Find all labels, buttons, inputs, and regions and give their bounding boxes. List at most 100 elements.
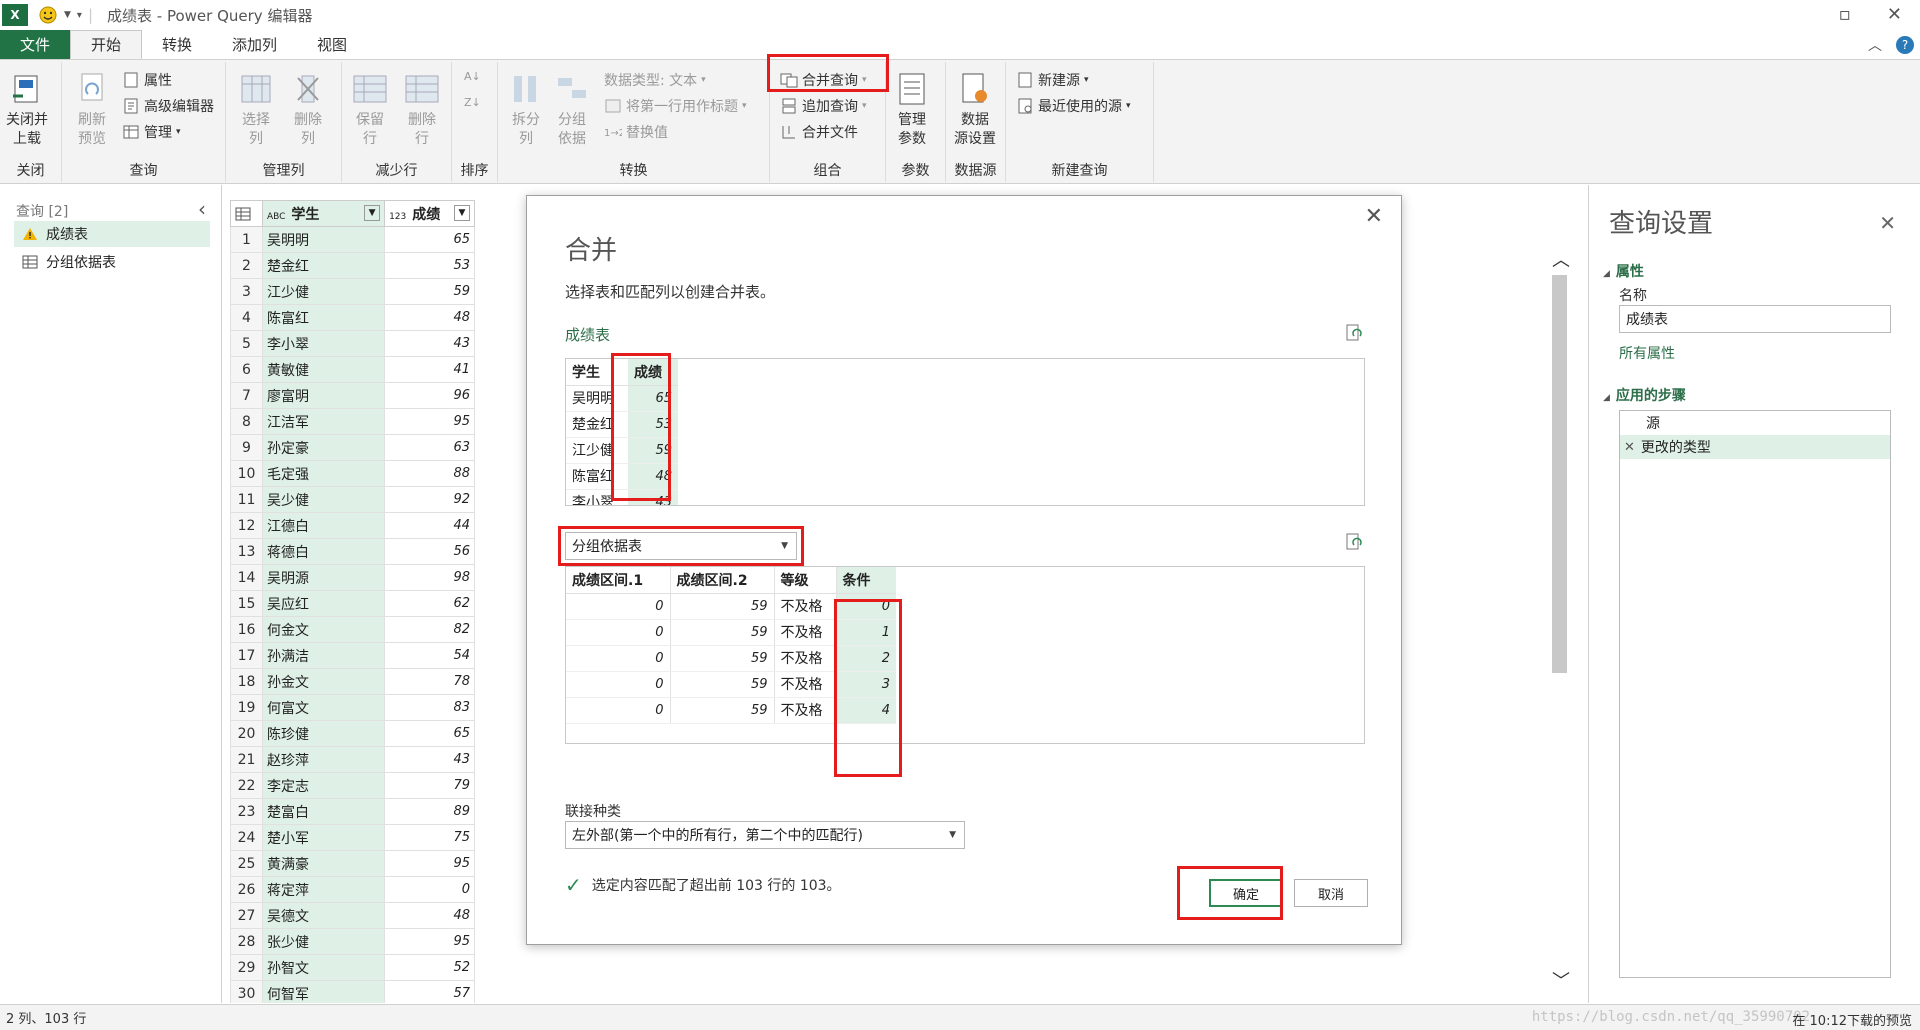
number-type-icon[interactable]: 123 [389,212,406,222]
cell-score[interactable]: 82 [384,616,475,643]
table-row[interactable]: 14 吴明源 98 [230,564,475,591]
cell-score[interactable]: 98 [384,564,475,591]
manage-button[interactable]: 管理 ▾ [122,122,181,142]
tab-view[interactable]: 视图 [297,30,367,59]
cell-score[interactable]: 48 [384,902,475,929]
choose-columns-button[interactable]: 选择列 [238,68,274,149]
cell-student[interactable]: 孙智文 [261,954,386,981]
table-row[interactable]: 6 黄敏健 41 [230,356,475,383]
table-row[interactable]: 11 吴少健 92 [230,486,475,513]
close-load-button[interactable]: 关闭并 上载 [6,68,48,149]
cell-score[interactable]: 62 [384,590,475,617]
tab-add-column[interactable]: 添加列 [212,30,297,59]
table-row[interactable]: 17 孙满洁 54 [230,642,475,669]
cell-student[interactable]: 吴明源 [261,564,386,591]
cell-student[interactable]: 孙定豪 [261,434,386,461]
cell-score[interactable]: 56 [384,538,475,565]
keep-rows-button[interactable]: 保留行 [352,68,388,149]
table-row[interactable]: 21 赵珍萍 43 [230,746,475,773]
manage-parameters-button[interactable]: 管理 参数 [894,68,930,149]
split-column-button[interactable]: 拆分列 [508,68,544,149]
cell-score[interactable]: 43 [384,746,475,773]
sort-ascending-button[interactable]: A↓ [464,68,482,84]
data-source-settings-button[interactable]: 数据 源设置 [954,68,996,149]
cell-score[interactable]: 96 [384,382,475,409]
table-menu-icon[interactable] [235,207,253,221]
cell-score[interactable]: 83 [384,694,475,721]
table-row[interactable]: 12 江德白 44 [230,512,475,539]
smiley-icon[interactable] [38,5,58,25]
cell-score[interactable]: 48 [384,304,475,331]
ok-button[interactable]: 确定 [1209,879,1283,907]
step-source[interactable]: 源 [1620,411,1890,435]
recent-sources-button[interactable]: 最近使用的源 ▾ [1016,96,1131,116]
cell-student[interactable]: 蒋定萍 [261,876,386,903]
minimize-icon[interactable]: ▫ [1839,4,1851,25]
table-row[interactable]: 29 孙智文 52 [230,954,475,981]
table-row[interactable]: 27 吴德文 48 [230,902,475,929]
cell-student[interactable]: 孙金文 [261,668,386,695]
dialog-close-icon[interactable]: ✕ [1365,204,1383,229]
vertical-scrollbar[interactable]: ︿ ﹀ [1550,240,1570,995]
cell-student[interactable]: 陈富红 [261,304,386,331]
new-source-button[interactable]: 新建源 ▾ [1016,70,1089,90]
refresh-preview-icon[interactable] [1345,533,1363,551]
cell-student[interactable]: 毛定强 [261,460,386,487]
cell-score[interactable]: 79 [384,772,475,799]
cell-student[interactable]: 孙满洁 [261,642,386,669]
cancel-button[interactable]: 取消 [1294,879,1368,907]
cell-student[interactable]: 吴少健 [261,486,386,513]
table-row[interactable]: 24 楚小军 75 [230,824,475,851]
cell-student[interactable]: 张少健 [261,928,386,955]
sort-descending-button[interactable]: Z↓ [464,94,482,110]
cell-student[interactable]: 楚金红 [261,252,386,279]
customize-toolbar-icon[interactable]: ▾ [77,10,82,21]
filter-dropdown-icon[interactable]: ▼ [454,204,470,221]
cell-student[interactable]: 陈珍健 [261,720,386,747]
cell-score[interactable]: 59 [384,278,475,305]
refresh-preview-icon[interactable] [1345,324,1363,342]
remove-rows-button[interactable]: 删除行 [404,68,440,149]
cell-student[interactable]: 吴明明 [261,226,386,253]
replace-values-button[interactable]: 1→2 替换值 [604,122,668,142]
preview-header-condition[interactable]: 条件 [836,567,896,594]
properties-button[interactable]: 属性 [122,70,172,90]
table-row[interactable]: 10 毛定强 88 [230,460,475,487]
text-type-icon[interactable]: ABC [267,212,285,222]
close-window-icon[interactable]: ✕ [1887,4,1902,25]
cell-score[interactable]: 95 [384,850,475,877]
table-row[interactable]: 15 吴应红 62 [230,590,475,617]
step-changed-type[interactable]: ✕ 更改的类型 [1620,435,1890,459]
data-type-dropdown[interactable]: 数据类型: 文本 ▾ [604,70,706,90]
table-row[interactable]: 13 蒋德白 56 [230,538,475,565]
cell-score[interactable]: 53 [384,252,475,279]
query-name-input[interactable]: 成绩表 [1619,305,1891,333]
collapse-ribbon-icon[interactable]: ︿ [1868,35,1882,55]
table-row[interactable]: 22 李定志 79 [230,772,475,799]
cell-student[interactable]: 江德白 [261,512,386,539]
cell-student[interactable]: 吴应红 [261,590,386,617]
cell-score[interactable]: 41 [384,356,475,383]
append-queries-button[interactable]: 追加查询 ▾ [780,96,867,116]
table-row[interactable]: 30 何智军 57 [230,980,475,1003]
scroll-down-icon[interactable]: ﹀ [1552,967,1570,993]
join-kind-select[interactable]: 左外部(第一个中的所有行，第二个中的匹配行) ▼ [565,821,965,849]
preview-header-grade[interactable]: 等级 [774,567,837,594]
table-row[interactable]: 26 蒋定萍 0 [230,876,475,903]
table-row[interactable]: 9 孙定豪 63 [230,434,475,461]
cell-score[interactable]: 54 [384,642,475,669]
collapse-pane-icon[interactable]: ‹ [198,197,206,221]
table-row[interactable]: 4 陈富红 48 [230,304,475,331]
delete-step-icon[interactable]: ✕ [1624,440,1635,455]
table-row[interactable]: 1 吴明明 65 [230,226,475,253]
table-row[interactable]: 3 江少健 59 [230,278,475,305]
properties-section[interactable]: ◢ 属性 [1603,261,1644,281]
table-row[interactable]: 18 孙金文 78 [230,668,475,695]
cell-student[interactable]: 楚富白 [261,798,386,825]
group-by-button[interactable]: 分组 依据 [554,68,590,149]
cell-score[interactable]: 89 [384,798,475,825]
cell-student[interactable]: 何智军 [261,980,386,1003]
table-row[interactable]: 20 陈珍健 65 [230,720,475,747]
cell-student[interactable]: 李定志 [261,772,386,799]
cell-student[interactable]: 何金文 [261,616,386,643]
